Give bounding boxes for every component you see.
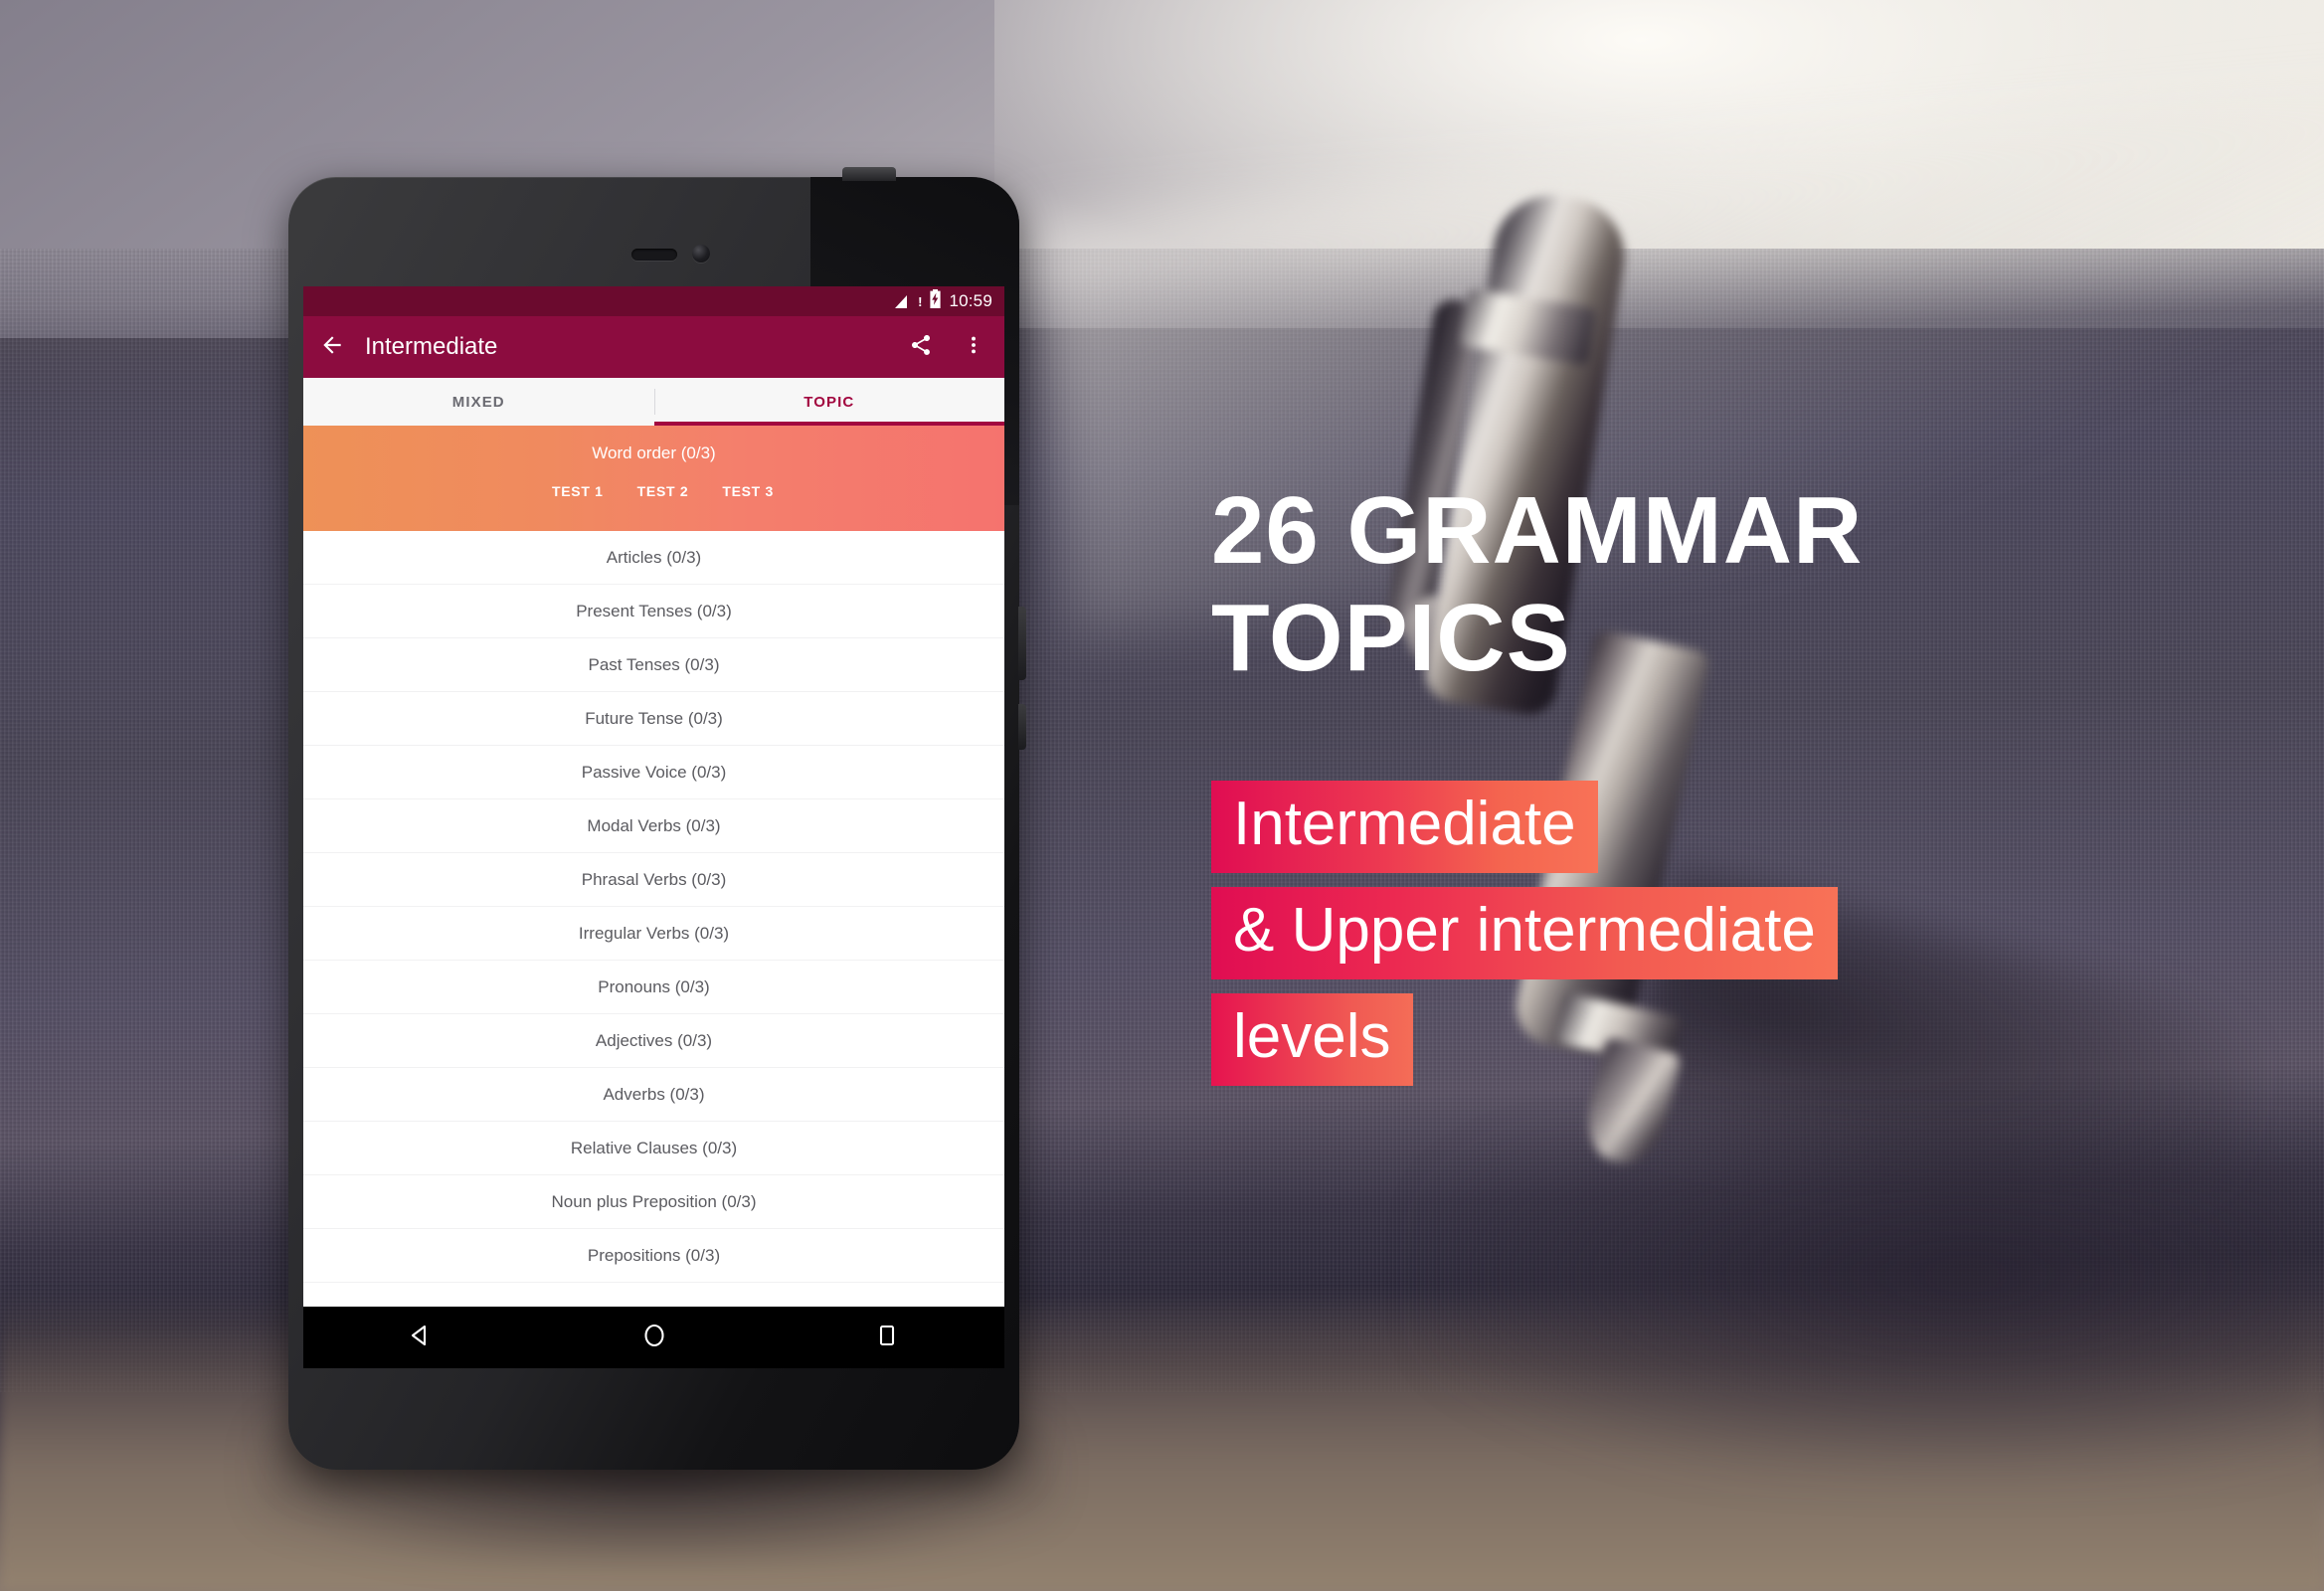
promo-bar-1: Intermediate [1211,781,1598,874]
tablet-device: ! 10:59 Intermediate MIXED TOPIC Word or… [259,167,1054,1559]
nav-home-circle-icon[interactable] [641,1322,667,1354]
app-bar: Intermediate [303,316,1004,378]
promo-block: 26 GRAMMAR TOPICS Intermediate & Upper i… [1211,477,2245,1100]
promo-bar-2: & Upper intermediate [1211,887,1838,980]
expanded-topic-card[interactable]: Word order (0/3) TEST 1 TEST 2 TEST 3 [303,426,1004,531]
app-bar-actions [909,333,988,362]
test-3-button[interactable]: TEST 3 [722,483,774,499]
topic-row[interactable]: Adjectives (0/3) [303,1014,1004,1068]
expanded-topic-test-buttons: TEST 1 TEST 2 TEST 3 [303,483,1004,499]
share-icon[interactable] [909,333,933,362]
tab-topic[interactable]: TOPIC [654,378,1005,426]
topic-row[interactable]: Noun plus Preposition (0/3) [303,1175,1004,1229]
nav-back-slot[interactable] [303,1323,537,1353]
tab-mixed[interactable]: MIXED [303,378,654,426]
topic-row[interactable]: Pronouns (0/3) [303,961,1004,1014]
arrow-left-icon[interactable] [319,332,345,363]
topic-row[interactable]: Passive Voice (0/3) [303,746,1004,799]
promo-headline-line1: 26 GRAMMAR [1211,477,1864,584]
signal-warning-label: ! [918,293,923,309]
status-bar-clock: 10:59 [949,291,992,310]
nav-recents-square-icon[interactable] [876,1323,898,1353]
nav-home-slot[interactable] [537,1322,771,1354]
nav-recents-slot[interactable] [771,1323,1004,1353]
page-title: Intermediate [365,333,498,360]
nav-back-triangle-icon[interactable] [408,1323,434,1353]
expanded-topic-title: Word order (0/3) [592,443,716,462]
volume-down-button[interactable] [1018,704,1026,750]
background-table-shadow [1429,1144,2324,1472]
more-vertical-icon[interactable] [963,333,984,362]
power-button[interactable] [842,167,896,181]
topic-row[interactable]: Modal Verbs (0/3) [303,799,1004,853]
signal-bars-icon [894,294,911,309]
topic-row[interactable]: Present Tenses (0/3) [303,585,1004,638]
promo-bar-3: levels [1211,993,1413,1087]
topic-row[interactable]: Relative Clauses (0/3) [303,1122,1004,1175]
topic-row[interactable]: Future Tense (0/3) [303,692,1004,746]
battery-charging-icon [929,289,942,313]
topic-row[interactable]: Phrasal Verbs (0/3) [303,853,1004,907]
topic-row[interactable]: Articles (0/3) [303,531,1004,585]
status-bar: ! 10:59 [303,286,1004,316]
promo-bar-list: Intermediate & Upper intermediate levels [1211,781,2245,1100]
topic-row[interactable]: Past Tenses (0/3) [303,638,1004,692]
android-nav-bar [303,1307,1004,1368]
earpiece-speaker [630,249,677,261]
promo-headline: 26 GRAMMAR TOPICS [1211,477,2245,691]
tab-divider [653,389,655,415]
volume-up-button[interactable] [1018,607,1026,680]
topic-row[interactable]: Prepositions (0/3) [303,1229,1004,1283]
topic-list: Articles (0/3) Present Tenses (0/3) Past… [303,531,1004,1283]
promo-headline-line2: TOPICS [1211,584,1571,691]
device-screen: ! 10:59 Intermediate MIXED TOPIC Word or… [303,286,1004,1368]
topic-row[interactable]: Irregular Verbs (0/3) [303,907,1004,961]
front-camera [691,245,710,263]
topic-row[interactable]: Adverbs (0/3) [303,1068,1004,1122]
test-1-button[interactable]: TEST 1 [552,483,604,499]
tab-bar: MIXED TOPIC [303,378,1004,426]
test-2-button[interactable]: TEST 2 [637,483,689,499]
